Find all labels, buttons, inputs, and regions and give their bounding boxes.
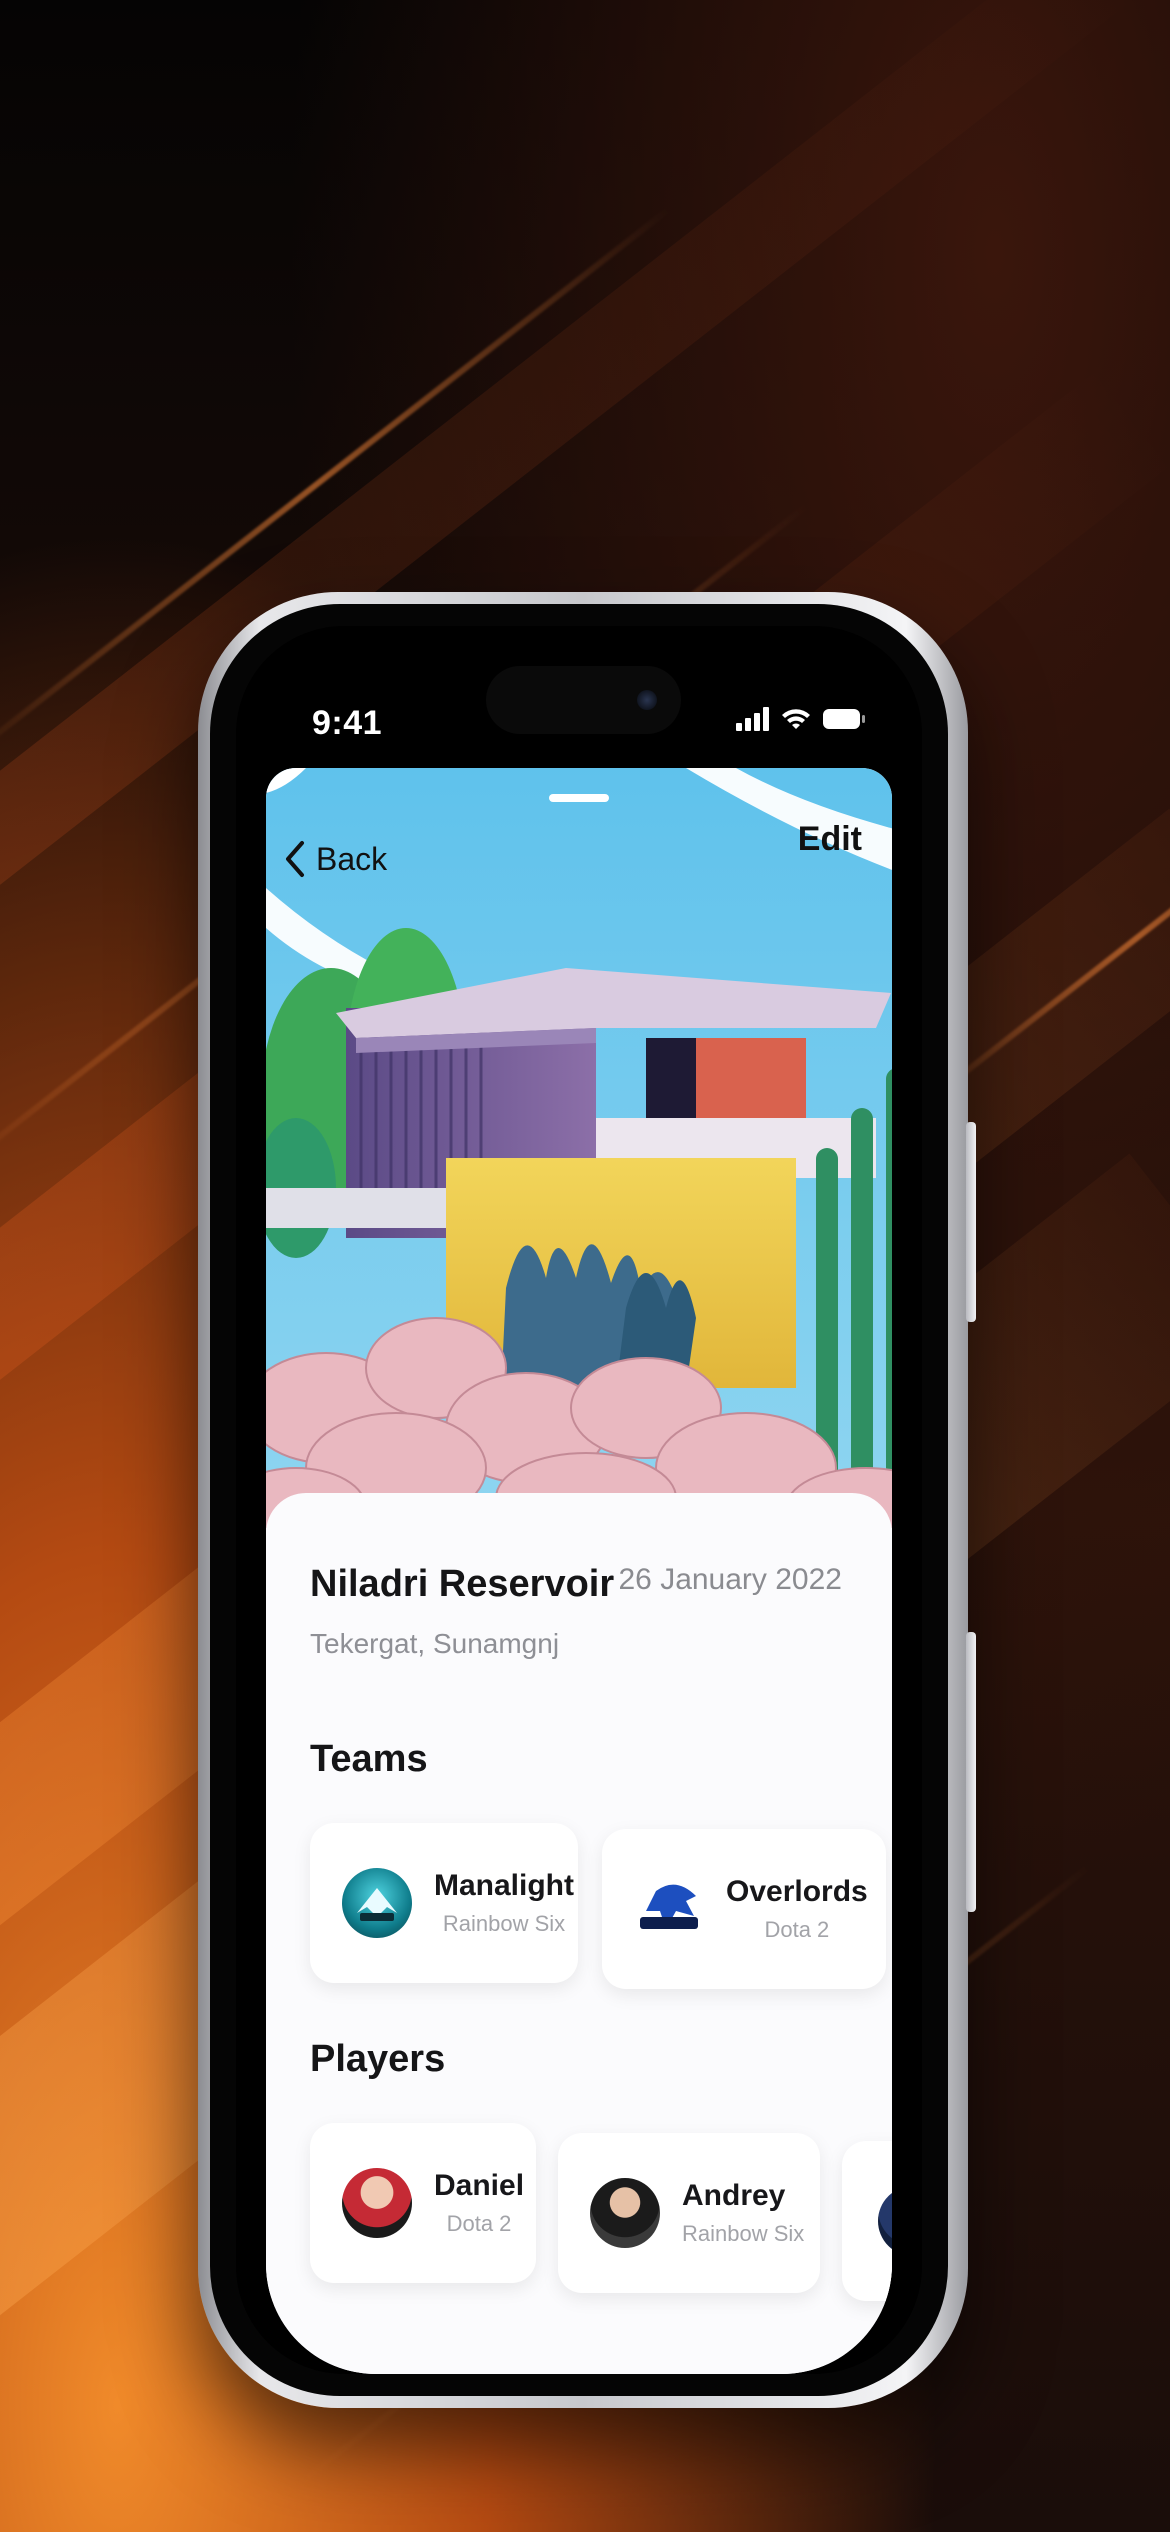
back-button[interactable]: Back bbox=[284, 840, 387, 878]
player-card[interactable]: Andrey Rainbow Six bbox=[558, 2133, 820, 2293]
phone-frame: 9:41 Back Edit Niladri Reservoir 26 Janu… bbox=[198, 592, 976, 2408]
teams-heading: Teams bbox=[310, 1738, 428, 1780]
event-date: 26 January 2022 bbox=[618, 1563, 842, 1596]
status-icons bbox=[736, 704, 866, 734]
side-button bbox=[966, 1122, 976, 1322]
team-card[interactable]: Manalight Rainbow Six bbox=[310, 1823, 578, 1983]
team-name: Overlords bbox=[726, 1875, 868, 1908]
status-bar: 9:41 bbox=[236, 626, 922, 742]
team-name: Manalight bbox=[434, 1869, 574, 1902]
sheet-grabber[interactable] bbox=[549, 794, 609, 802]
player-avatar bbox=[342, 2168, 412, 2238]
player-name: Andrey bbox=[682, 2179, 786, 2212]
cellular-icon bbox=[736, 707, 769, 731]
phone-bezel: 9:41 Back Edit Niladri Reservoir 26 Janu… bbox=[210, 604, 948, 2396]
wifi-icon bbox=[782, 709, 810, 729]
desert-house-illustration bbox=[266, 768, 892, 1528]
dynamic-island bbox=[486, 666, 681, 734]
player-avatar bbox=[590, 2178, 660, 2248]
player-avatar bbox=[878, 2186, 892, 2256]
event-sheet: Back Edit Niladri Reservoir 26 January 2… bbox=[266, 768, 892, 2374]
player-name: Daniel bbox=[434, 2169, 525, 2202]
chevron-left-icon bbox=[286, 841, 304, 877]
player-card-partial[interactable] bbox=[842, 2141, 892, 2301]
camera-icon bbox=[637, 690, 657, 710]
side-button bbox=[966, 1632, 976, 1912]
player-game: Rainbow Six bbox=[682, 2221, 805, 2246]
battery-icon bbox=[823, 709, 865, 729]
player-game: Dota 2 bbox=[446, 2211, 512, 2236]
team-card[interactable]: Overlords Dota 2 bbox=[602, 1829, 886, 1989]
team-game: Dota 2 bbox=[764, 1917, 830, 1942]
team-game: Rainbow Six bbox=[442, 1911, 566, 1936]
manalight-logo-icon bbox=[342, 1868, 412, 1938]
back-label: Back bbox=[316, 840, 388, 877]
venue-title: Niladri Reservoir bbox=[310, 1563, 615, 1605]
overlords-logo-icon bbox=[634, 1874, 704, 1944]
player-card[interactable]: Daniel Dota 2 bbox=[310, 2123, 536, 2283]
players-heading: Players bbox=[310, 2038, 446, 2080]
status-time: 9:41 bbox=[312, 704, 383, 742]
event-location: Tekergat, Sunamgnj bbox=[310, 1628, 560, 1659]
edit-button[interactable]: Edit bbox=[798, 820, 862, 859]
hero-illustration: Back Edit bbox=[266, 768, 892, 1528]
screen: 9:41 Back Edit Niladri Reservoir 26 Janu… bbox=[236, 626, 922, 2374]
event-details-card: Niladri Reservoir 26 January 2022 Tekerg… bbox=[266, 1493, 892, 2374]
